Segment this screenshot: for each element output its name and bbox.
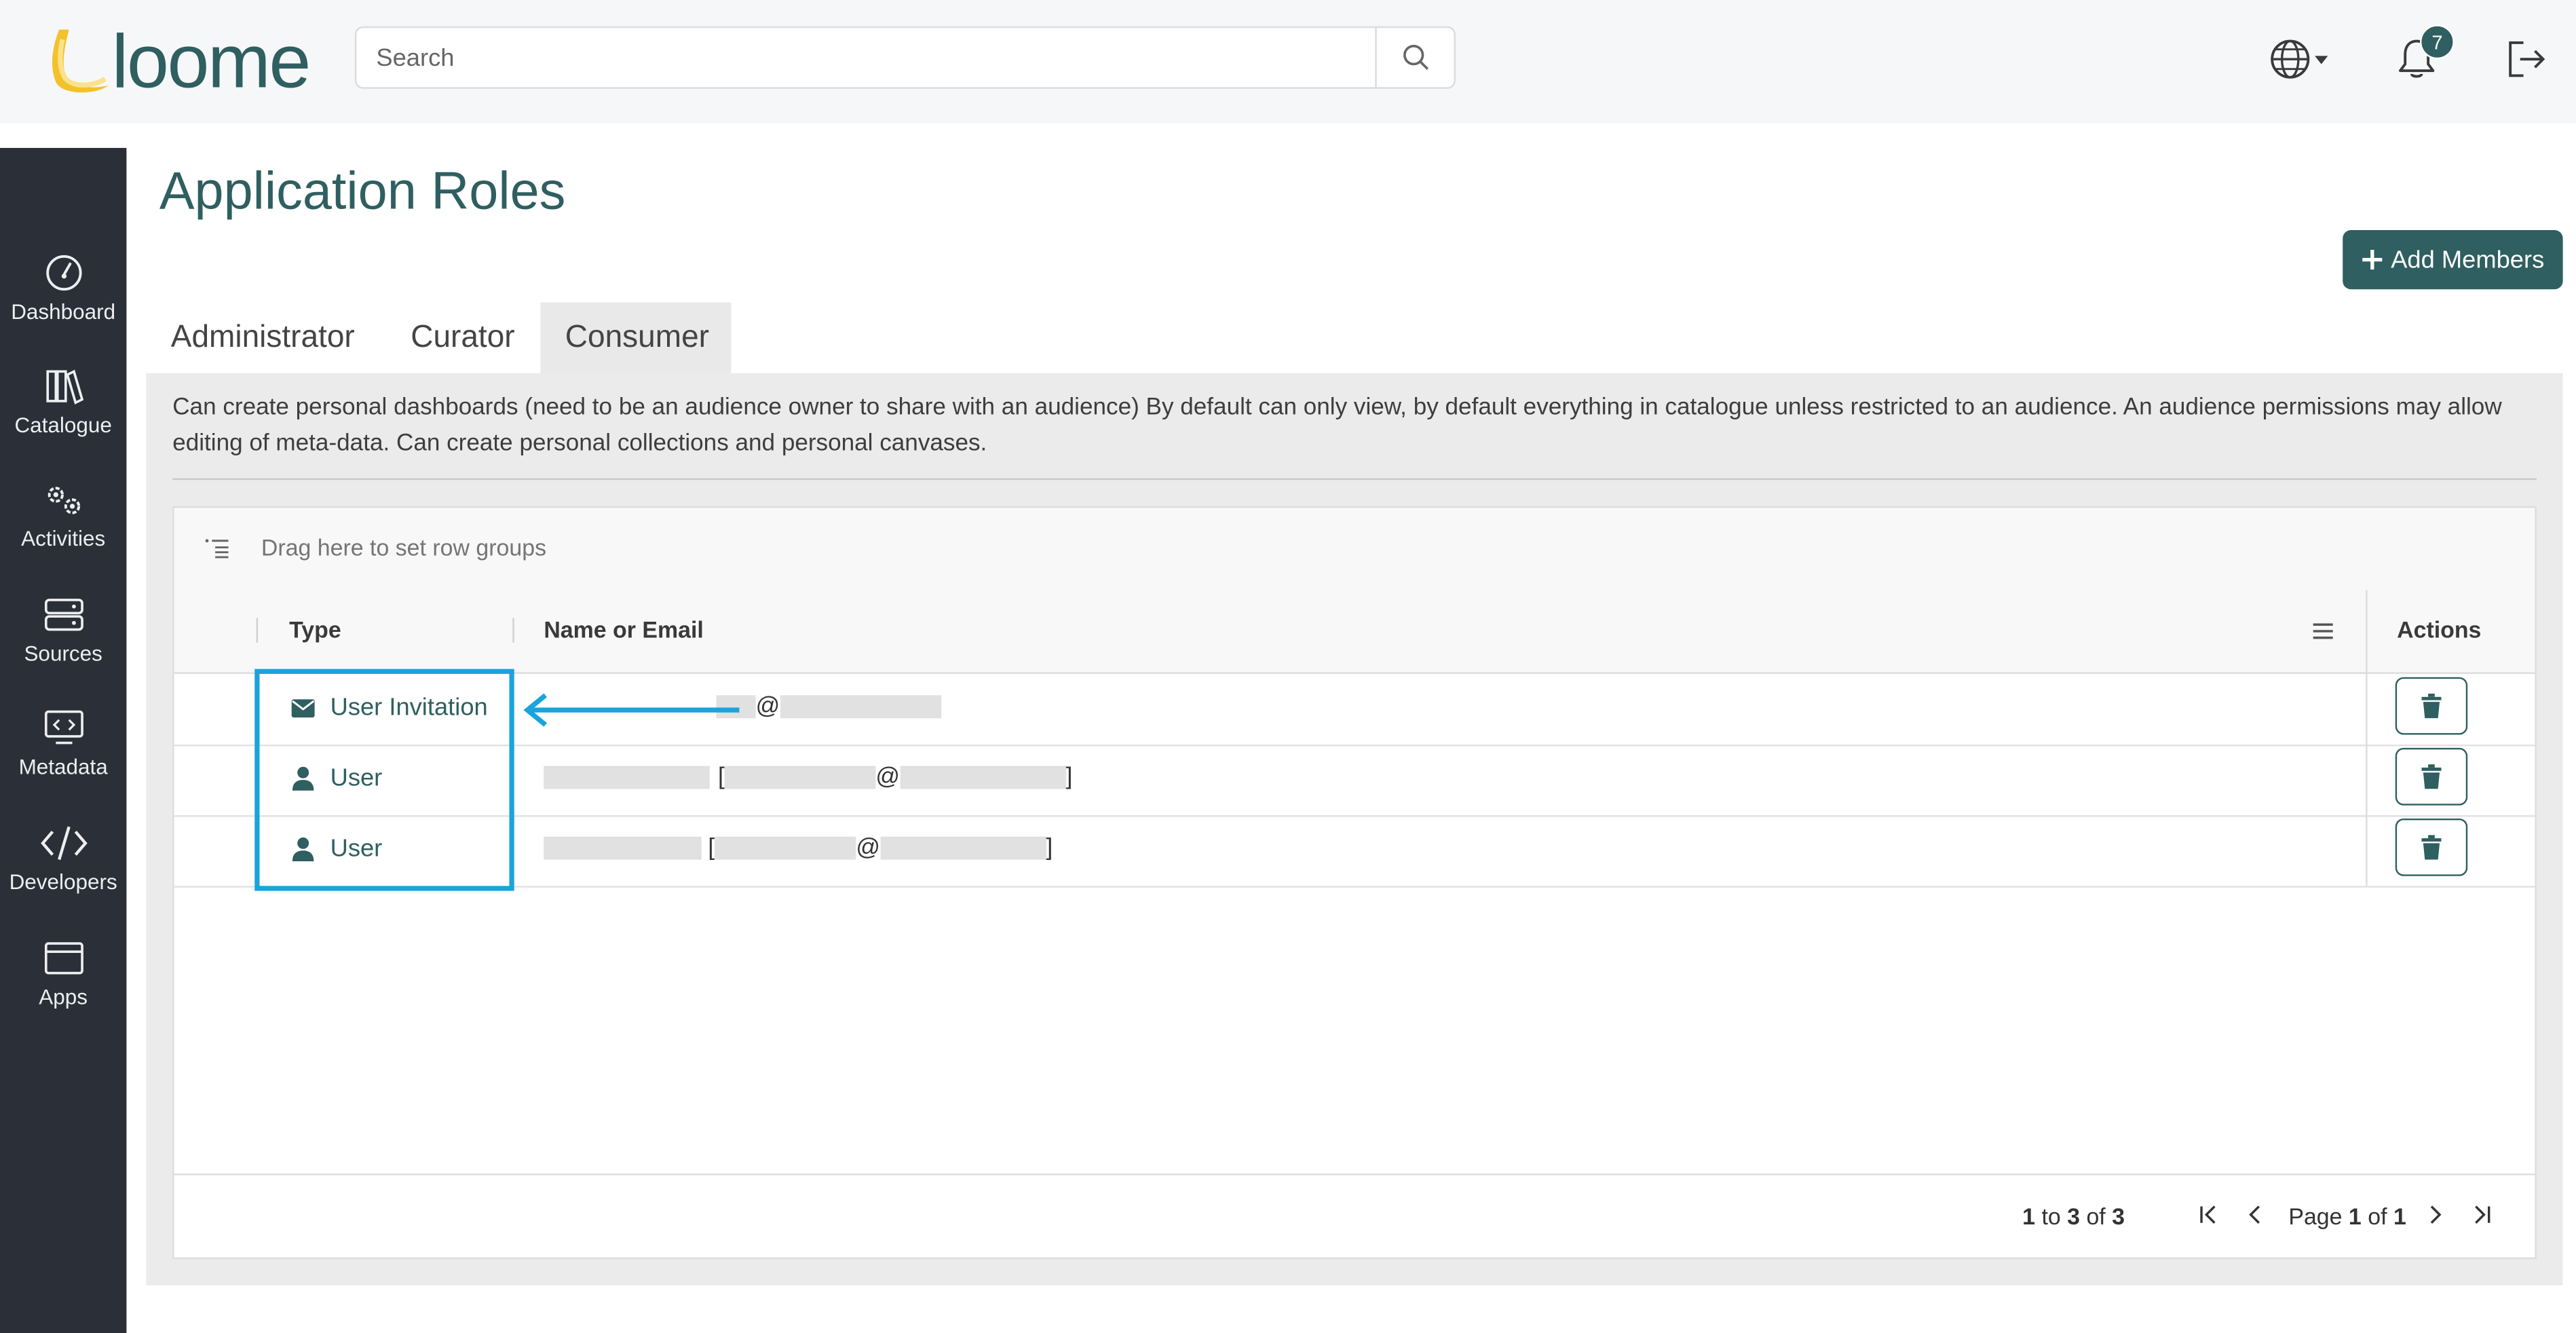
previous-page-icon[interactable] — [2246, 1205, 2265, 1224]
redacted-text — [780, 695, 941, 719]
first-page-icon[interactable] — [2198, 1205, 2218, 1224]
loome-logo[interactable]: loome — [46, 18, 334, 104]
gears-icon — [47, 487, 79, 514]
column-separator — [2366, 815, 2368, 886]
name-or-email-cell: [ @ ] — [544, 835, 1053, 861]
column-separator — [2366, 590, 2368, 673]
sidebar-item-label: Sources — [24, 641, 102, 666]
delete-button[interactable] — [2395, 747, 2468, 806]
email-at-sign: @ — [875, 764, 901, 791]
sidebar-item-sources[interactable]: Sources — [0, 595, 126, 700]
redacted-text — [724, 766, 876, 789]
logout-button[interactable] — [2505, 36, 2548, 82]
plus-icon — [2363, 250, 2383, 270]
logo-mark-icon — [52, 29, 109, 93]
redacted-text — [544, 766, 710, 789]
search-box — [354, 26, 1456, 89]
gauge-icon — [45, 255, 81, 291]
language-selector[interactable] — [2269, 36, 2334, 82]
email-at-sign: @ — [755, 693, 780, 720]
row-summary: 1 to 3 of 3 — [2022, 1203, 2125, 1230]
bracket-close: ] — [1065, 764, 1073, 791]
delete-button[interactable] — [2395, 677, 2468, 735]
search-icon — [1402, 44, 1428, 70]
server-icon — [43, 599, 83, 631]
sidebar-item-apps[interactable]: Apps — [0, 939, 126, 1044]
column-header-type[interactable]: Type — [289, 616, 341, 643]
redacted-text — [880, 836, 1046, 860]
sidebar-item-label: Metadata — [18, 754, 108, 779]
sidebar-item-label: Apps — [39, 984, 88, 1009]
column-separator — [2366, 673, 2368, 745]
globe-icon — [2271, 39, 2328, 79]
redacted-text — [900, 766, 1066, 789]
last-page-icon[interactable] — [2472, 1205, 2492, 1224]
sidebar-item-label: Activities — [21, 525, 106, 551]
column-menu-icon[interactable] — [2311, 621, 2334, 641]
grid-header-row: Type Name or Email Actions — [174, 590, 2535, 674]
sidebar-item-catalogue[interactable]: Catalogue — [0, 367, 126, 472]
code-icon — [39, 826, 87, 861]
role-description: Can create personal dashboards (need to … — [172, 394, 2502, 457]
search-input[interactable] — [356, 28, 1379, 88]
sidebar-item-metadata[interactable]: Metadata — [0, 709, 126, 814]
redacted-text — [544, 836, 702, 860]
monitor-code-icon — [43, 710, 83, 745]
tab-consumer[interactable]: Consumer — [540, 302, 732, 375]
window-icon — [43, 942, 83, 975]
notification-badge: 7 — [2420, 24, 2455, 60]
bracket-close: ] — [1046, 835, 1053, 861]
search-button[interactable] — [1375, 28, 1454, 88]
trash-icon — [2421, 693, 2442, 719]
add-members-label: Add Members — [2391, 246, 2545, 274]
delete-button[interactable] — [2395, 819, 2468, 876]
sidebar-item-label: Dashboard — [11, 299, 116, 324]
email-at-sign: @ — [856, 835, 881, 861]
redacted-text — [715, 836, 856, 860]
sidebar: Dashboard Catalogue Activities Sources M… — [0, 147, 127, 1333]
column-header-name[interactable]: Name or Email — [544, 616, 703, 643]
logout-icon — [2509, 41, 2545, 77]
bracket-open: [ — [717, 764, 725, 791]
page-indicator: Page 1 of 1 — [2288, 1203, 2406, 1230]
row-group-hint: Drag here to set row groups — [261, 534, 547, 561]
sidebar-item-developers[interactable]: Developers — [0, 823, 126, 928]
column-separator — [2366, 745, 2368, 816]
name-or-email-cell: [ @ ] — [544, 764, 1072, 791]
books-icon — [45, 369, 83, 405]
trash-icon — [2421, 764, 2442, 789]
column-separator — [256, 618, 259, 643]
table-row[interactable]: User [ @ ] — [174, 745, 2535, 817]
top-bar: loome Search 7 — [0, 0, 2576, 124]
add-members-button[interactable]: Add Members — [2343, 230, 2563, 290]
annotation-highlight-box — [254, 669, 514, 891]
bracket-open: [ — [708, 835, 715, 861]
group-list-icon — [205, 539, 229, 559]
column-resize-handle[interactable] — [512, 618, 514, 643]
chevron-down-icon — [2315, 56, 2328, 64]
tab-administrator[interactable]: Administrator — [146, 303, 379, 375]
column-header-actions: Actions — [2397, 616, 2482, 643]
sidebar-item-activities[interactable]: Activities — [0, 480, 126, 585]
trash-icon — [2421, 835, 2442, 860]
logo-text: loome — [111, 18, 311, 104]
sidebar-item-label: Developers — [9, 869, 117, 895]
row-group-drop-zone[interactable]: Drag here to set row groups — [174, 508, 2535, 592]
table-row[interactable]: User [ @ ] — [174, 815, 2535, 888]
sidebar-item-dashboard[interactable]: Dashboard — [0, 253, 126, 358]
next-page-icon[interactable] — [2425, 1205, 2444, 1224]
annotation-arrow-icon — [523, 693, 740, 727]
tab-curator[interactable]: Curator — [386, 303, 539, 375]
divider — [172, 478, 2537, 481]
sidebar-item-label: Catalogue — [14, 412, 112, 438]
members-grid: Drag here to set row groups Type Name or… — [172, 506, 2537, 1260]
page-title: Application Roles — [159, 161, 566, 221]
grid-pagination: 1 to 3 of 3 Page 1 of 1 — [174, 1174, 2535, 1258]
